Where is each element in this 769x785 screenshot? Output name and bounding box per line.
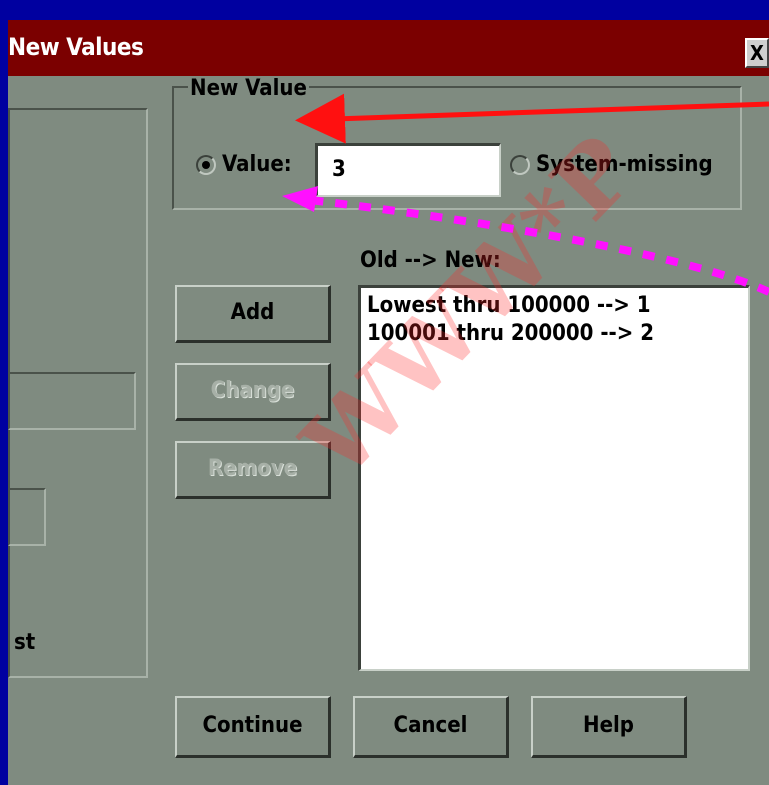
through-field[interactable] <box>8 488 46 546</box>
value-label: Value: <box>222 152 292 177</box>
system-missing-label: System-missing <box>536 152 713 177</box>
add-button[interactable]: Add <box>175 285 331 343</box>
continue-button[interactable]: Continue <box>175 696 331 758</box>
cancel-button[interactable]: Cancel <box>353 696 509 758</box>
value-input[interactable]: 3 <box>315 143 501 197</box>
change-button[interactable]: Change <box>175 363 331 421</box>
list-item[interactable]: Lowest thru 100000 --> 1 <box>367 292 748 320</box>
outer-frame <box>0 0 769 20</box>
new-value-legend: New Value <box>188 76 309 101</box>
system-missing-radio[interactable] <box>510 155 530 175</box>
dialog-title: New Values <box>8 33 144 61</box>
value-radio[interactable] <box>196 155 216 175</box>
close-button[interactable]: X <box>745 38 769 68</box>
help-button[interactable]: Help <box>531 696 687 758</box>
radio-selected-dot <box>202 161 210 169</box>
remove-button[interactable]: Remove <box>175 441 331 499</box>
close-icon: X <box>750 41 764 65</box>
left-partial-label: st <box>14 630 36 655</box>
range-field[interactable] <box>8 372 136 430</box>
list-item[interactable]: 100001 thru 200000 --> 2 <box>367 320 748 348</box>
title-bar[interactable]: New Values X <box>8 20 769 76</box>
old-new-label: Old --> New: <box>360 248 501 273</box>
old-new-listbox[interactable]: Lowest thru 100000 --> 1 100001 thru 200… <box>358 285 750 671</box>
